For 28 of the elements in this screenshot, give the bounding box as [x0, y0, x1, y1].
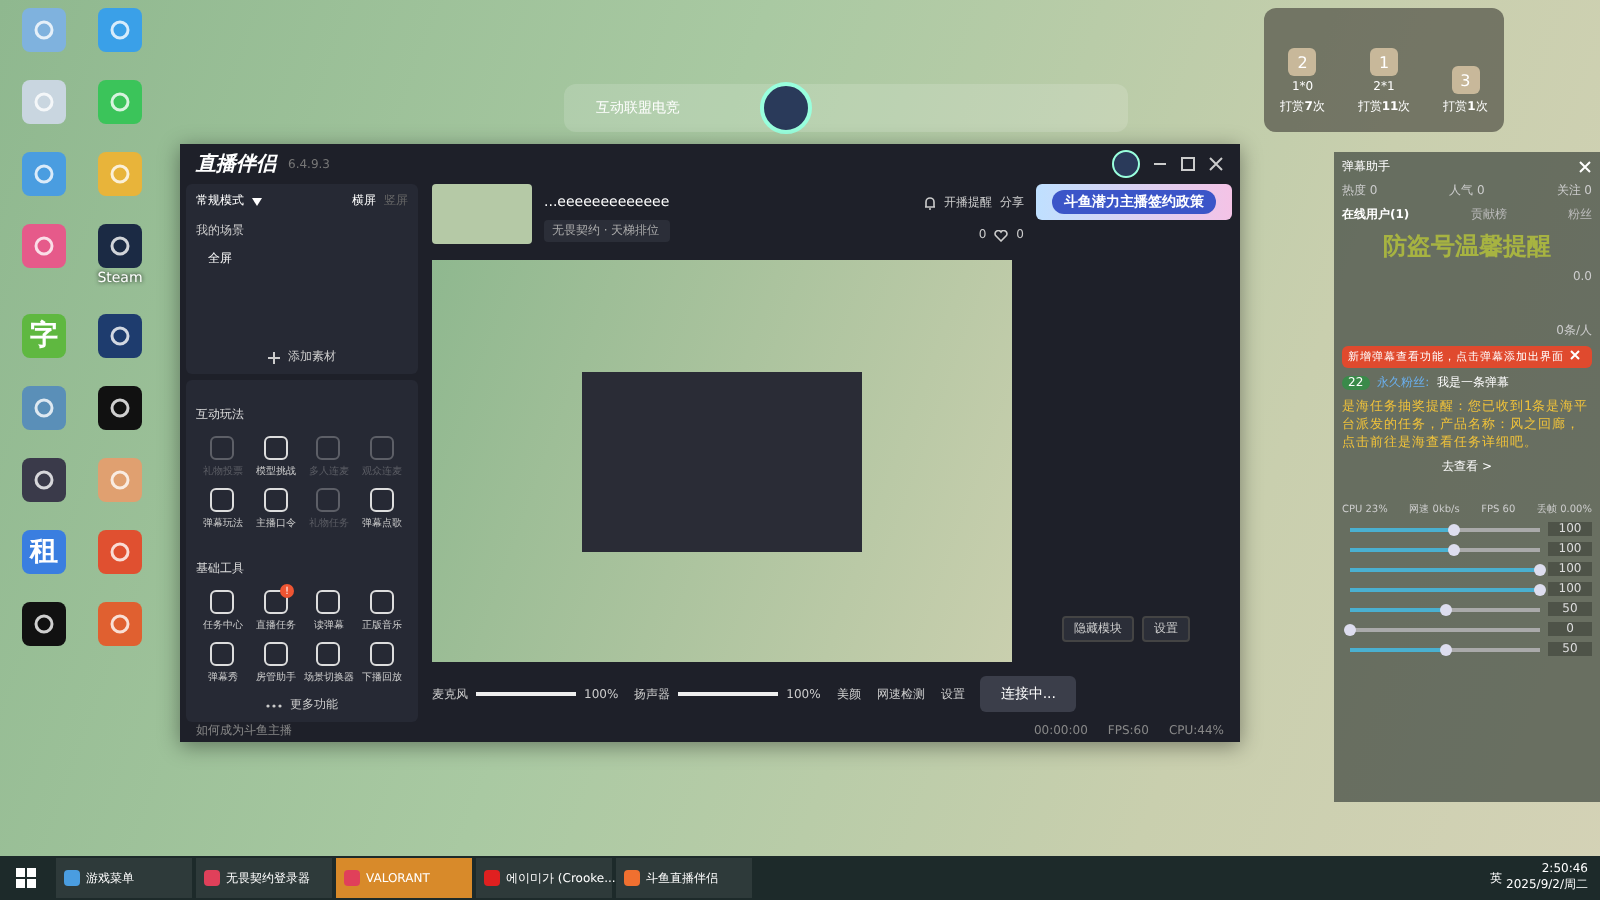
app-icon[interactable]: [98, 386, 142, 430]
app-icon[interactable]: 租: [22, 530, 66, 574]
setting-slider[interactable]: [1350, 547, 1540, 552]
setting-slider[interactable]: [1350, 647, 1540, 652]
maximize-icon[interactable]: [1180, 156, 1196, 172]
close-icon[interactable]: [1208, 156, 1224, 172]
app-icon[interactable]: [22, 458, 66, 502]
setting-slider[interactable]: [1350, 567, 1540, 572]
rank-medal: 1: [1369, 48, 1398, 76]
heart-icon: [994, 229, 1009, 241]
avatar-icon[interactable]: [1112, 150, 1140, 178]
app-logo: 直播伴侣: [196, 151, 276, 178]
windows-start-icon[interactable]: [16, 868, 36, 888]
app-icon[interactable]: [22, 602, 66, 646]
watermark-heading: 防盗号温馨提醒: [1381, 230, 1553, 264]
bell-icon[interactable]: [924, 196, 936, 210]
setting-slider[interactable]: [1350, 607, 1540, 612]
setting-slider[interactable]: [1350, 627, 1540, 632]
plus-icon[interactable]: [268, 351, 280, 363]
rank-medal: 2: [1288, 48, 1317, 76]
rank-medal: 3: [1451, 66, 1480, 94]
stream-thumbnail: [432, 184, 532, 244]
setting-slider[interactable]: [1350, 527, 1540, 532]
app-icon[interactable]: [98, 314, 142, 358]
app-icon[interactable]: [98, 224, 142, 268]
avatar-icon: [760, 82, 812, 134]
caret-icon[interactable]: [252, 197, 262, 205]
setting-slider[interactable]: [1350, 587, 1540, 592]
